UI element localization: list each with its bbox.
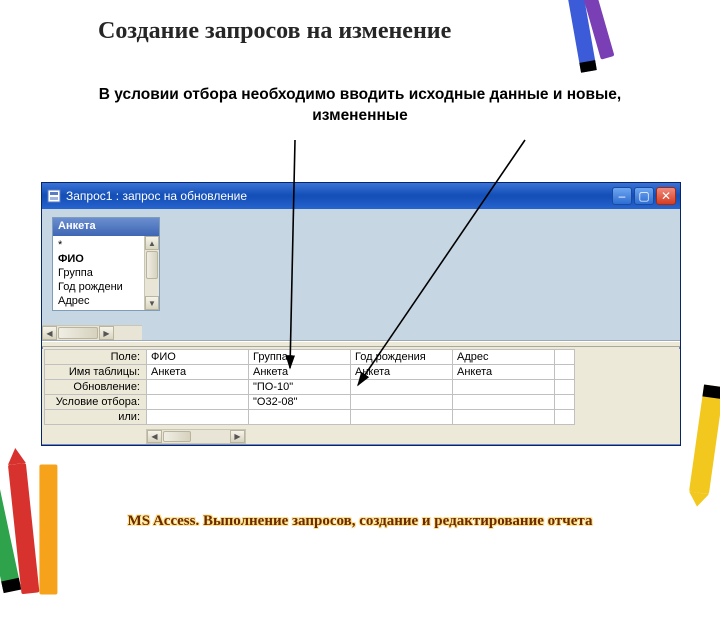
grid-cell[interactable]: Анкета (351, 365, 453, 380)
row-label-field: Поле: (45, 350, 147, 365)
table-source-name: Анкета (53, 218, 159, 236)
table-fields-list[interactable]: * ФИО Группа Год рождени Адрес ▲ ▼ (53, 236, 159, 310)
row-label-or: или: (45, 410, 147, 425)
grid-cell[interactable] (147, 395, 249, 410)
grid-cell[interactable] (351, 410, 453, 425)
scroll-thumb[interactable] (146, 251, 158, 279)
scroll-down-button[interactable]: ▼ (145, 296, 159, 310)
grid-cell[interactable]: Анкета (453, 365, 555, 380)
grid-cell[interactable]: Год рождения (351, 350, 453, 365)
grid-cell[interactable] (555, 410, 575, 425)
grid-cell[interactable] (147, 410, 249, 425)
grid-row-or: или: (45, 410, 575, 425)
grid-cell[interactable] (147, 380, 249, 395)
hscroll-thumb[interactable] (163, 431, 191, 442)
close-button[interactable]: ✕ (656, 187, 676, 205)
grid-row-criteria: Условие отбора: "О32-08" (45, 395, 575, 410)
fields-scrollbar[interactable]: ▲ ▼ (144, 236, 159, 310)
grid-cell[interactable] (453, 380, 555, 395)
scroll-up-button[interactable]: ▲ (145, 236, 159, 250)
grid-cell[interactable] (453, 395, 555, 410)
hscroll-thumb[interactable] (58, 327, 98, 339)
grid-hscroll[interactable]: ◀ ▶ (146, 429, 246, 444)
grid-cell[interactable]: Анкета (147, 365, 249, 380)
scroll-left-button[interactable]: ◀ (42, 326, 57, 340)
grid-cell[interactable] (351, 395, 453, 410)
row-label-update: Обновление: (45, 380, 147, 395)
minimize-button[interactable]: – (612, 187, 632, 205)
grid-cell[interactable] (555, 365, 575, 380)
scroll-left-button[interactable]: ◀ (147, 430, 162, 443)
grid-cell[interactable]: "ПО-10" (249, 380, 351, 395)
window-title: Запрос1 : запрос на обновление (66, 189, 612, 203)
row-label-criteria: Условие отбора: (45, 395, 147, 410)
grid-cell[interactable] (555, 380, 575, 395)
access-window: Запрос1 : запрос на обновление – ▢ ✕ Анк… (41, 182, 681, 446)
grid-cell[interactable]: "О32-08" (249, 395, 351, 410)
table-source-box[interactable]: Анкета * ФИО Группа Год рождени Адрес ▲ … (52, 217, 160, 311)
grid-cell[interactable]: Анкета (249, 365, 351, 380)
grid-cell[interactable] (555, 350, 575, 365)
upper-hscroll[interactable]: ◀ ▶ (42, 325, 142, 340)
grid-cell[interactable] (249, 410, 351, 425)
design-grid-pane: Поле: ФИО Группа Год рождения Адрес Имя … (42, 349, 680, 444)
scroll-right-button[interactable]: ▶ (99, 326, 114, 340)
pane-splitter[interactable] (42, 341, 680, 347)
maximize-button[interactable]: ▢ (634, 187, 654, 205)
tables-pane: Анкета * ФИО Группа Год рождени Адрес ▲ … (42, 209, 680, 341)
grid-cell[interactable]: ФИО (147, 350, 249, 365)
grid-cell[interactable] (453, 410, 555, 425)
app-icon (46, 188, 62, 204)
grid-cell[interactable]: Адрес (453, 350, 555, 365)
titlebar[interactable]: Запрос1 : запрос на обновление – ▢ ✕ (42, 183, 680, 209)
grid-cell[interactable] (351, 380, 453, 395)
scroll-right-button[interactable]: ▶ (230, 430, 245, 443)
crayon-decoration-bottom-left (0, 436, 100, 632)
design-grid[interactable]: Поле: ФИО Группа Год рождения Адрес Имя … (44, 349, 575, 425)
grid-cell[interactable] (555, 395, 575, 410)
grid-row-table: Имя таблицы: Анкета Анкета Анкета Анкета (45, 365, 575, 380)
grid-row-update: Обновление: "ПО-10" (45, 380, 575, 395)
row-label-table: Имя таблицы: (45, 365, 147, 380)
grid-cell[interactable]: Группа (249, 350, 351, 365)
slide-footer: MS Access. Выполнение запросов, создание… (0, 513, 720, 530)
grid-row-field: Поле: ФИО Группа Год рождения Адрес (45, 350, 575, 365)
